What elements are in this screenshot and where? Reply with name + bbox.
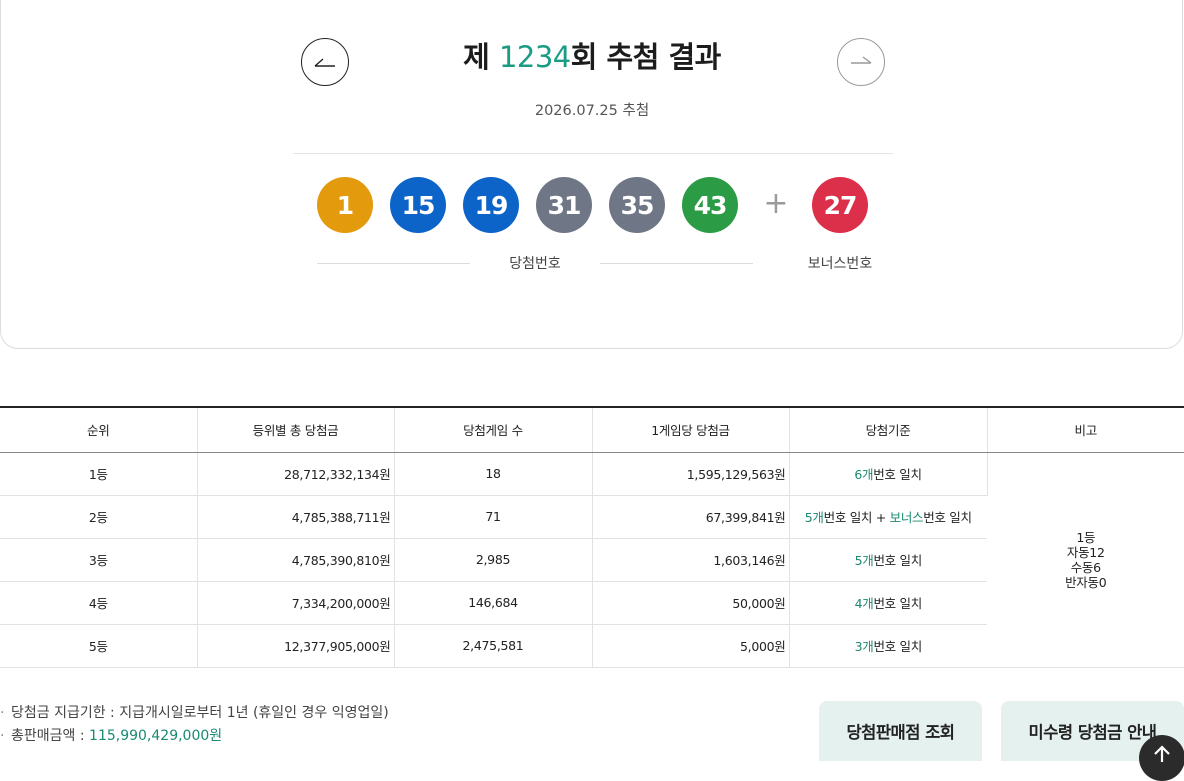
bullet: · — [0, 728, 5, 744]
total-prize-cell: 12,377,905,000원 — [197, 624, 395, 668]
arrow-right-icon — [851, 56, 872, 64]
prize-per-game-cell: 1,603,146원 — [592, 538, 790, 582]
plus-sign: + — [763, 186, 789, 221]
prize-per-game-cell: 50,000원 — [592, 581, 790, 625]
prize-per-game-cell: 67,399,841원 — [592, 495, 790, 539]
payment-deadline-text: 당첨금 지급기한 : 지급개시일로부터 1년 (휴일인 경우 익영업일) — [11, 705, 389, 721]
table-row: 1등 28,712,332,134원 18 1,595,129,563원 6개번… — [0, 452, 1184, 668]
arrow-up-icon — [1154, 745, 1170, 762]
criteria-cell: 5개번호 일치 + 보너스번호 일치 — [789, 495, 987, 539]
note-line: 수동6 — [1070, 559, 1101, 575]
match-text: 번호 일치 — [873, 553, 922, 568]
match-text: 번호 일치 — [873, 639, 922, 654]
total-prize-cell: 28,712,332,134원 — [197, 452, 395, 496]
round-number: 1234 — [498, 40, 571, 74]
caption-divider-right — [600, 263, 753, 264]
total-sales-label: 총판매금액 : — [11, 728, 90, 744]
winner-count-cell: 18 — [394, 452, 593, 496]
rank-cell: 4등 — [0, 581, 198, 625]
prize-table: 순위 등위별 총 당첨금 당첨게임 수 1게임당 당첨금 당첨기준 비고 1등 … — [0, 406, 1184, 668]
caption-divider-left — [317, 263, 470, 264]
draw-date: 2026.07.25 추첨 — [534, 103, 650, 119]
winning-number-ball: 1 — [317, 177, 373, 233]
total-prize-cell: 4,785,390,810원 — [197, 538, 395, 582]
winning-numbers-label: 당첨번호 — [509, 256, 561, 272]
winning-number-ball: 19 — [463, 177, 519, 233]
table-header-row: 순위 등위별 총 당첨금 당첨게임 수 1게임당 당첨금 당첨기준 비고 — [0, 407, 1184, 453]
bonus-number-ball: 27 — [812, 177, 868, 233]
winner-count-cell: 146,684 — [394, 581, 593, 625]
winning-number-ball: 43 — [682, 177, 738, 233]
divider — [293, 153, 893, 154]
match-count: 6개 — [854, 467, 874, 482]
note-cell: 1등 자동12 수동6 반자동0 — [987, 452, 1184, 668]
total-sales-amount: 115,990,429,000원 — [89, 728, 223, 744]
total-prize-cell: 4,785,388,711원 — [197, 495, 395, 539]
winner-count-cell: 2,985 — [394, 538, 593, 582]
scroll-top-button[interactable] — [1139, 735, 1184, 781]
header-rank: 순위 — [0, 407, 198, 453]
total-sales-note: · 총판매금액 : 115,990,429,000원 — [0, 725, 389, 748]
winning-number-ball: 15 — [390, 177, 446, 233]
rank-cell: 3등 — [0, 538, 198, 582]
prize-per-game-cell: 5,000원 — [592, 624, 790, 668]
match-count: 4개 — [854, 596, 874, 611]
winner-count-cell: 2,475,581 — [394, 624, 593, 668]
prize-per-game-cell: 1,595,129,563원 — [592, 452, 790, 496]
note-line: 1등 — [1076, 529, 1096, 545]
criteria-cell: 3개번호 일치 — [789, 624, 987, 668]
total-prize-cell: 7,334,200,000원 — [197, 581, 395, 625]
winner-count-cell: 71 — [394, 495, 593, 539]
header-winner-count: 당첨게임 수 — [394, 407, 593, 453]
winning-number-ball: 35 — [609, 177, 665, 233]
bullet: · — [0, 705, 5, 721]
match-count: 3개 — [854, 639, 874, 654]
header-criteria: 당첨기준 — [789, 407, 988, 453]
bonus-number-label: 보너스번호 — [807, 256, 873, 272]
title-prefix: 제 — [463, 40, 499, 74]
next-round-button[interactable] — [837, 38, 885, 86]
rank-cell: 5등 — [0, 624, 198, 668]
match-text: 번호 일치 — [873, 467, 922, 482]
match-count: 5개 — [854, 553, 874, 568]
payment-deadline-note: · 당첨금 지급기한 : 지급개시일로부터 1년 (휴일인 경우 익영업일) — [0, 702, 389, 725]
note-line: 반자동0 — [1065, 574, 1107, 590]
header-prize-per-game: 1게임당 당첨금 — [592, 407, 790, 453]
criteria-cell: 5개번호 일치 — [789, 538, 987, 582]
header-note: 비고 — [987, 407, 1184, 453]
footer-notes: · 당첨금 지급기한 : 지급개시일로부터 1년 (휴일인 경우 익영업일) · 총… — [0, 702, 389, 748]
title-suffix: 회 추첨 결과 — [570, 40, 722, 74]
bonus-text: 보너스 — [889, 510, 924, 525]
note-line: 자동12 — [1066, 544, 1105, 560]
header-total-prize: 등위별 총 당첨금 — [197, 407, 395, 453]
rank-cell: 2등 — [0, 495, 198, 539]
rank-cell: 1등 — [0, 452, 198, 496]
draw-title: 제 1234회 추첨 결과 — [0, 34, 1184, 76]
bonus-match-text: 번호 일치 — [923, 510, 972, 525]
winning-number-ball: 31 — [536, 177, 592, 233]
match-count: 5개 — [804, 510, 824, 525]
criteria-cell: 6개번호 일치 — [789, 452, 988, 496]
match-text: 번호 일치 + — [823, 510, 890, 525]
criteria-cell: 4개번호 일치 — [789, 581, 987, 625]
winning-store-search-button[interactable]: 당첨판매점 조회 — [819, 701, 982, 761]
match-text: 번호 일치 — [873, 596, 922, 611]
